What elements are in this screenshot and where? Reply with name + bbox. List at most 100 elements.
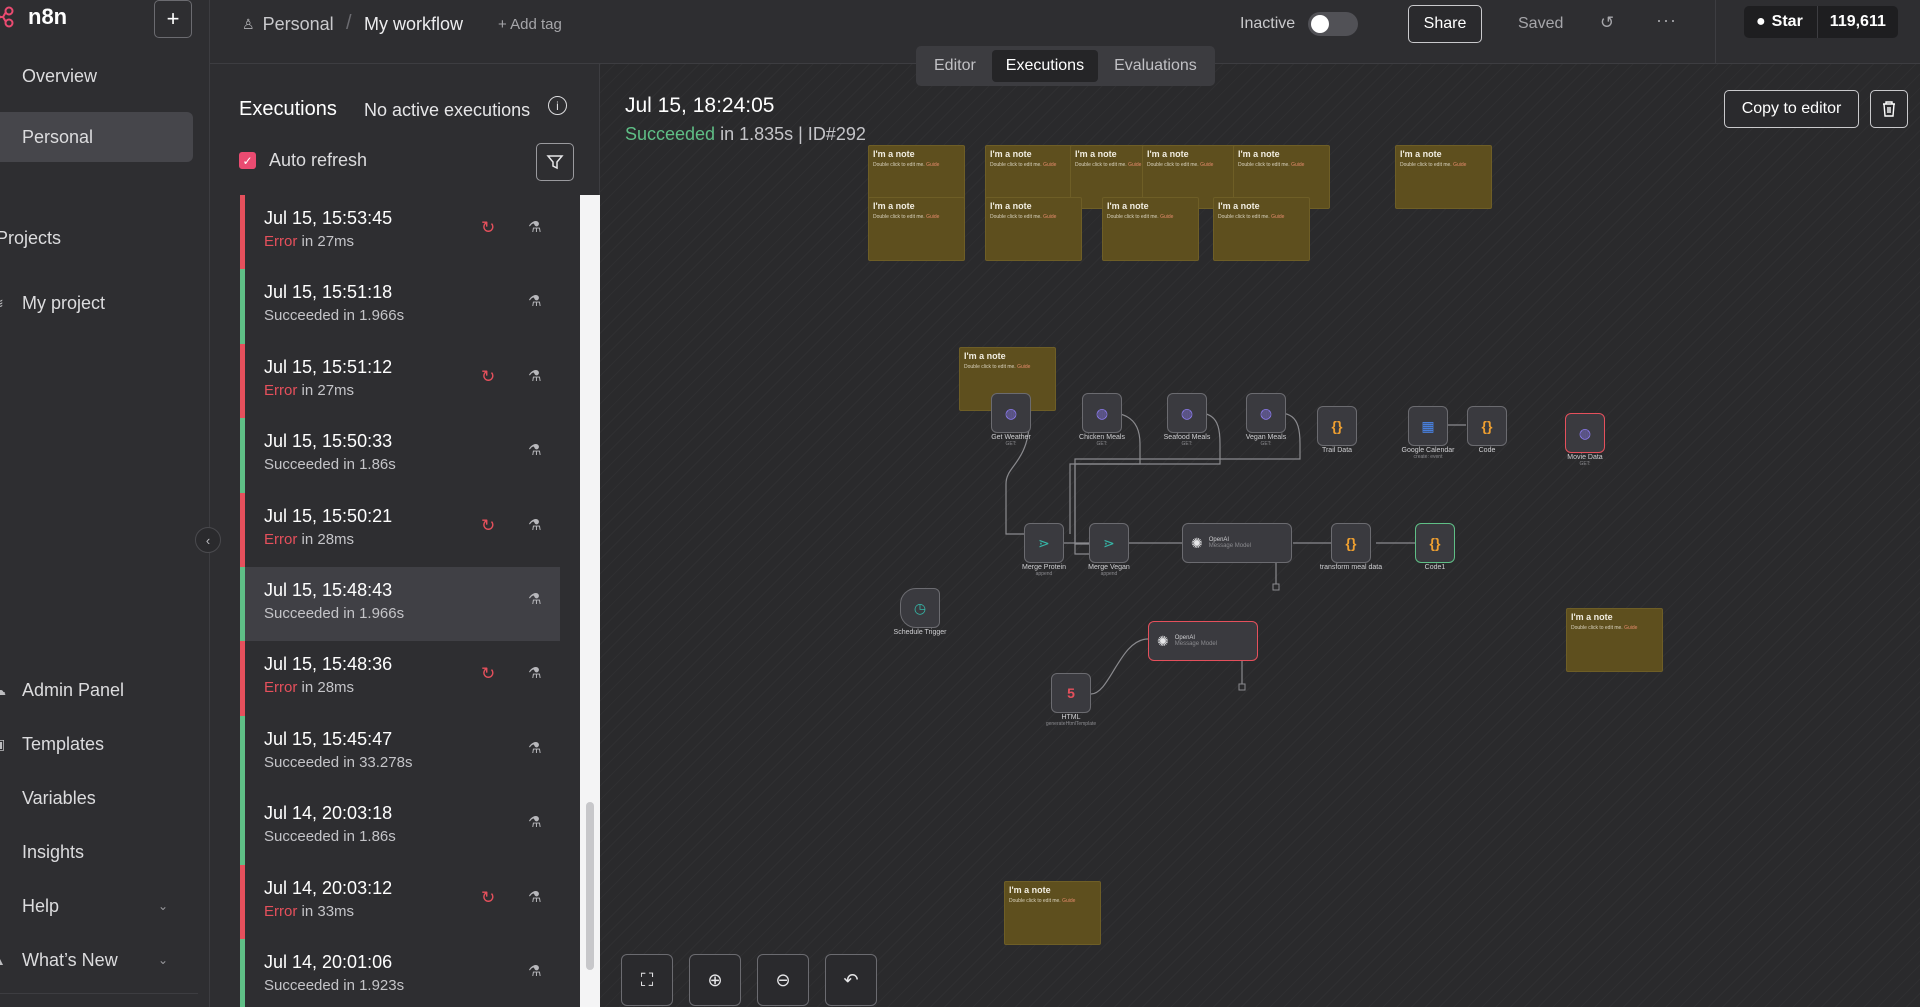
retry-icon[interactable]: ↻ bbox=[481, 218, 495, 238]
node-trail-data[interactable]: {} bbox=[1317, 406, 1357, 446]
execution-row[interactable]: Jul 15, 15:45:47 Succeeded in 33.278s ⚗ bbox=[240, 715, 560, 791]
tab-executions[interactable]: Executions bbox=[991, 50, 1099, 82]
sticky-note[interactable]: I'm a note Double click to edit me. Guide bbox=[1395, 145, 1492, 209]
flask-icon[interactable]: ⚗ bbox=[528, 441, 541, 459]
note-title: I'm a note bbox=[1107, 201, 1149, 211]
execution-row[interactable]: Jul 15, 15:51:18 Succeeded in 1.966s ⚗ bbox=[240, 269, 560, 344]
execution-row-selected[interactable]: Jul 15, 15:48:43 Succeeded in 1.966s ⚗ bbox=[240, 566, 560, 642]
sidebar-item-admin-panel[interactable]: ☁ Admin Panel bbox=[0, 665, 193, 715]
sidebar-item-my-project[interactable]: ≋ My project bbox=[0, 278, 193, 328]
node-vegan-meals[interactable]: ◍ bbox=[1246, 393, 1286, 433]
workflow-canvas[interactable]: Jul 15, 18:24:05 Succeeded in 1.835s | I… bbox=[600, 64, 1920, 1007]
flask-icon[interactable]: ⚗ bbox=[528, 888, 541, 906]
execution-row[interactable]: Jul 14, 20:03:18 Succeeded in 1.86s ⚗ bbox=[240, 790, 560, 865]
filter-button[interactable] bbox=[536, 143, 574, 181]
execution-row[interactable]: Jul 14, 20:03:12 Error in 33ms ↻ ⚗ bbox=[240, 864, 560, 939]
note-body: Double click to edit me. Guide bbox=[964, 364, 1051, 370]
execution-row[interactable]: Jul 15, 15:53:45 Error in 27ms ↻ ⚗ bbox=[240, 195, 560, 270]
active-toggle[interactable] bbox=[1308, 12, 1358, 36]
share-button[interactable]: Share bbox=[1408, 5, 1482, 43]
node-schedule-trigger[interactable]: ◷ bbox=[900, 588, 940, 628]
auto-refresh-checkbox[interactable]: ✓ bbox=[239, 152, 256, 169]
sidebar-item-help[interactable]: ? Help ⌄ bbox=[0, 881, 193, 931]
tab-evaluations[interactable]: Evaluations bbox=[1100, 50, 1211, 82]
execution-row[interactable]: Jul 15, 15:50:21 Error in 28ms ↻ ⚗ bbox=[240, 492, 560, 567]
node-get-weather[interactable]: ◍ bbox=[991, 393, 1031, 433]
sidebar-item-overview[interactable]: ⌂ Overview bbox=[0, 51, 193, 101]
auto-refresh-label[interactable]: Auto refresh bbox=[269, 150, 367, 171]
retry-icon[interactable]: ↻ bbox=[481, 516, 495, 536]
flask-icon[interactable]: ⚗ bbox=[528, 367, 541, 385]
sidebar-item-templates[interactable]: ▣ Templates bbox=[0, 719, 193, 769]
reset-zoom-button[interactable]: ↶ bbox=[825, 954, 877, 1006]
note-text: Double click to edit me. bbox=[1218, 214, 1270, 220]
sticky-note[interactable]: I'm a note Double click to edit me. Guide bbox=[985, 197, 1082, 261]
code-icon: {} bbox=[1331, 418, 1343, 434]
openai-icon: ✺ bbox=[1191, 534, 1203, 551]
note-guide-link: Guide bbox=[926, 162, 940, 168]
sidebar-item-personal[interactable]: ● Personal bbox=[0, 112, 193, 162]
flask-icon[interactable]: ⚗ bbox=[528, 218, 541, 236]
execution-row[interactable]: Jul 15, 15:50:33 Succeeded in 1.86s ⚗ bbox=[240, 418, 560, 493]
flask-icon[interactable]: ⚗ bbox=[528, 664, 541, 682]
node-merge-protein[interactable]: ⋗ bbox=[1024, 523, 1064, 563]
sticky-note[interactable]: I'm a note Double click to edit me. Guide bbox=[1004, 881, 1101, 945]
execution-date: Jul 15, 15:51:18 bbox=[264, 282, 393, 303]
add-tag-button[interactable]: + Add tag bbox=[498, 16, 562, 33]
retry-icon[interactable]: ↻ bbox=[481, 888, 495, 908]
node-movie-data[interactable]: ◍ bbox=[1565, 413, 1605, 453]
node-seafood-meals[interactable]: ◍ bbox=[1167, 393, 1207, 433]
flask-icon[interactable]: ⚗ bbox=[528, 813, 541, 831]
node-transform-meal-data[interactable]: {} bbox=[1331, 523, 1371, 563]
retry-icon[interactable]: ↻ bbox=[481, 664, 495, 684]
node-label: Seafood Meals bbox=[1163, 434, 1211, 441]
node-merge-vegan[interactable]: ⋗ bbox=[1089, 523, 1129, 563]
sticky-note[interactable]: I'm a note Double click to edit me. Guide bbox=[1213, 197, 1310, 261]
sticky-note[interactable]: I'm a note Double click to edit me. Guide bbox=[1566, 608, 1663, 672]
sidebar-item-insights[interactable]: ▮ Insights bbox=[0, 827, 193, 877]
workflow-name[interactable]: My workflow bbox=[364, 14, 463, 35]
sticky-note[interactable]: I'm a note Double click to edit me. Guide bbox=[1102, 197, 1199, 261]
note-body: Double click to edit me. Guide bbox=[873, 214, 960, 220]
execution-row[interactable]: Jul 15, 15:48:36 Error in 28ms ↻ ⚗ bbox=[240, 641, 560, 716]
note-guide-link: Guide bbox=[1017, 364, 1031, 370]
history-icon[interactable]: ↺ bbox=[1600, 13, 1614, 33]
help-icon: ? bbox=[0, 898, 6, 914]
logo[interactable]: n8n bbox=[0, 4, 67, 30]
more-options-icon[interactable]: ··· bbox=[1656, 10, 1677, 31]
node-code1[interactable]: {} bbox=[1415, 523, 1455, 563]
sidebar-item-whats-new[interactable]: ▲ What’s New ⌄ bbox=[0, 935, 193, 985]
flask-icon[interactable]: ⚗ bbox=[528, 292, 541, 310]
flask-icon[interactable]: ⚗ bbox=[528, 516, 541, 534]
flask-icon[interactable]: ⚗ bbox=[528, 590, 541, 608]
node-openai-2[interactable]: ✺ OpenAI Message Model bbox=[1148, 621, 1258, 661]
github-star-widget[interactable]: ● Star 119,611 bbox=[1744, 6, 1898, 38]
node-openai[interactable]: ✺ OpenAI Message Model bbox=[1182, 523, 1292, 563]
executions-list: Jul 15, 15:53:45 Error in 27ms ↻ ⚗ Jul 1… bbox=[240, 195, 560, 1007]
flask-icon[interactable]: ⚗ bbox=[528, 739, 541, 757]
sticky-note[interactable]: I'm a note Double click to edit me. Guide bbox=[868, 197, 965, 261]
retry-icon[interactable]: ↻ bbox=[481, 367, 495, 387]
openai-icon: ✺ bbox=[1157, 632, 1169, 649]
execution-duration: in 1.86s bbox=[339, 828, 396, 846]
collapse-sidebar-button[interactable]: ‹ bbox=[195, 527, 221, 553]
execution-state: Succeeded bbox=[264, 604, 340, 622]
execution-row[interactable]: Jul 14, 20:01:06 Succeeded in 1.923s ⚗ bbox=[240, 938, 560, 1007]
zoom-in-button[interactable]: ⊕ bbox=[689, 954, 741, 1006]
add-button[interactable]: + bbox=[154, 0, 192, 38]
fit-view-button[interactable]: ⛶ bbox=[621, 954, 673, 1006]
view-tabs: Editor Executions Evaluations bbox=[916, 46, 1215, 86]
github-star-button[interactable]: ● Star bbox=[1744, 6, 1818, 38]
node-chicken-meals[interactable]: ◍ bbox=[1082, 393, 1122, 433]
breadcrumb-project[interactable]: ♙ Personal bbox=[242, 14, 334, 35]
flask-icon[interactable]: ⚗ bbox=[528, 962, 541, 980]
info-icon[interactable]: i bbox=[548, 96, 567, 115]
node-html[interactable]: 5 bbox=[1051, 673, 1091, 713]
node-google-calendar[interactable]: ▦ bbox=[1408, 406, 1448, 446]
sidebar-item-variables[interactable]: x Variables bbox=[0, 773, 193, 823]
list-scrollbar-thumb[interactable] bbox=[586, 802, 594, 970]
tab-editor[interactable]: Editor bbox=[920, 50, 990, 82]
execution-row[interactable]: Jul 15, 15:51:12 Error in 27ms ↻ ⚗ bbox=[240, 343, 560, 419]
node-code[interactable]: {} bbox=[1467, 406, 1507, 446]
zoom-out-button[interactable]: ⊖ bbox=[757, 954, 809, 1006]
